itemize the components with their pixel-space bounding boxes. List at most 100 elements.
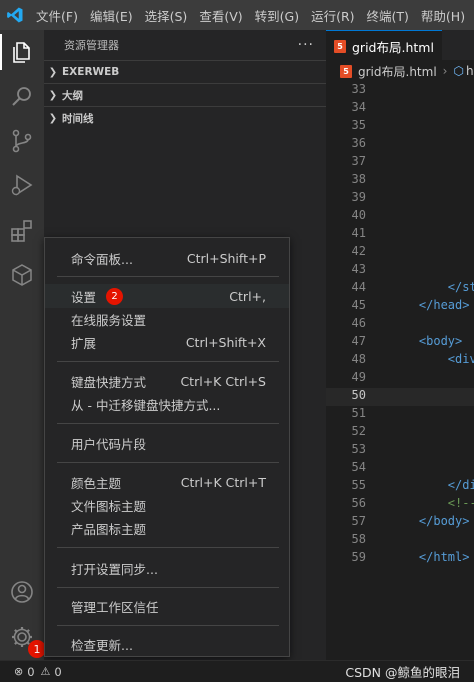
menu-item-extensions[interactable]: 扩展 Ctrl+Shift+X: [45, 330, 289, 354]
section-workspace[interactable]: ❯ EXERWEB: [44, 60, 326, 83]
code-line[interactable]: 33 }: [326, 82, 474, 100]
menu-item-shortcut: Ctrl+K Ctrl+S: [180, 373, 266, 389]
code-line[interactable]: 37 .box: [326, 154, 474, 172]
menu-separator: [57, 462, 279, 463]
menu-item-settings[interactable]: 设置 2 Ctrl+,: [45, 284, 289, 308]
menu-item-keyboard-shortcuts[interactable]: 键盘快捷方式 Ctrl+K Ctrl+S: [45, 369, 289, 393]
code-line[interactable]: 46: [326, 316, 474, 334]
menu-item-migrate-keybindings[interactable]: 从 - 中迁移键盘快捷方式...: [45, 392, 289, 416]
more-actions-button[interactable]: ···: [298, 37, 314, 53]
code-text: #tex: [390, 226, 474, 240]
error-count: 0: [27, 664, 35, 679]
line-number: 51: [351, 406, 366, 420]
menu-item-check-updates[interactable]: 检查更新...: [45, 632, 289, 656]
code-line[interactable]: 56 <!-- <p: [326, 496, 474, 514]
search-icon[interactable]: [9, 84, 35, 110]
extensions-icon[interactable]: [9, 218, 35, 244]
menu-item-label: 文件图标主题: [71, 498, 147, 514]
line-number: 59: [351, 550, 366, 564]
menu-item-user-snippets[interactable]: 用户代码片段: [45, 431, 289, 455]
menu-terminal[interactable]: 终端(T): [361, 6, 415, 25]
menu-item-online-services[interactable]: 在线服务设置: [45, 307, 289, 331]
code-line[interactable]: 47 <body>: [326, 334, 474, 352]
vscode-logo-icon: [0, 0, 30, 30]
menu-file[interactable]: 文件(F): [30, 6, 84, 25]
menu-item-label: 在线服务设置: [71, 312, 147, 328]
editor-area: 5 grid布局.html 5 grid布局.html › ⬡ h 33 }34…: [326, 30, 474, 660]
menu-view[interactable]: 查看(V): [193, 6, 248, 25]
code-line[interactable]: 49 <div: [326, 370, 474, 388]
run-debug-icon[interactable]: [9, 172, 35, 198]
code-line[interactable]: 41 #tex: [326, 226, 474, 244]
chevron-right-icon: ›: [442, 64, 448, 78]
problems-indicator[interactable]: ⊗ 0 ⚠ 0: [14, 665, 62, 679]
code-line[interactable]: 54 <div: [326, 460, 474, 478]
code-line[interactable]: 50 <div: [326, 388, 474, 406]
line-number: 45: [351, 298, 366, 312]
menu-item-label: 颜色主题: [71, 475, 122, 491]
code-line[interactable]: 53 <div: [326, 442, 474, 460]
code-line[interactable]: 44 </style>: [326, 280, 474, 298]
code-text: <!-- <p: [447, 496, 474, 510]
breadcrumb-file[interactable]: grid布局.html: [358, 63, 437, 80]
code-line[interactable]: 59 </html>: [326, 550, 474, 568]
code-text: .box: [390, 100, 474, 114]
menu-run[interactable]: 运行(R): [305, 6, 360, 25]
code-text: </html>: [390, 550, 470, 564]
menu-item-command-palette[interactable]: 命令面板... Ctrl+Shift+P: [45, 246, 289, 270]
code-text: </div>: [447, 478, 474, 492]
explorer-icon[interactable]: [9, 39, 35, 65]
code-line[interactable]: 35: [326, 118, 474, 136]
code-line[interactable]: 38: [326, 172, 474, 190]
error-icon: ⊗: [14, 665, 24, 678]
menu-item-file-icon-theme[interactable]: 文件图标主题: [45, 493, 289, 517]
menu-edit[interactable]: 编辑(E): [84, 6, 139, 25]
section-timeline[interactable]: ❯ 时间线: [44, 106, 326, 129]
menu-go[interactable]: 转到(G): [249, 6, 305, 25]
status-bar: ⊗ 0 ⚠ 0 CSDN @鲸鱼的眼泪: [0, 660, 474, 682]
line-number: 47: [351, 334, 366, 348]
code-line[interactable]: 45 </head>: [326, 298, 474, 316]
code-line[interactable]: 43 .gro: [326, 262, 474, 280]
remote-box-icon[interactable]: [9, 262, 35, 288]
code-line[interactable]: 48 <div cla: [326, 352, 474, 370]
line-number: 35: [351, 118, 366, 132]
code-line[interactable]: 58: [326, 532, 474, 550]
code-line[interactable]: 57 </body>: [326, 514, 474, 532]
code-line[interactable]: 36 }: [326, 136, 474, 154]
tab-grid-html[interactable]: 5 grid布局.html: [326, 30, 442, 61]
code-line[interactable]: 51 <div: [326, 406, 474, 424]
code-text: </body>: [390, 514, 470, 528]
menu-separator: [57, 276, 279, 277]
chevron-right-icon: ❯: [48, 112, 58, 124]
section-outline[interactable]: ❯ 大纲: [44, 83, 326, 106]
code-line[interactable]: 42 .con: [326, 244, 474, 262]
line-number: 49: [351, 370, 366, 384]
line-number: 46: [351, 316, 366, 330]
code-line[interactable]: 39 }: [326, 190, 474, 208]
account-icon[interactable]: [9, 579, 35, 605]
source-control-icon[interactable]: [9, 128, 35, 154]
code-line[interactable]: 55 </div>: [326, 478, 474, 496]
menu-item-shortcut: Ctrl+K Ctrl+T: [180, 474, 266, 490]
line-number: 57: [351, 514, 366, 528]
code-text: .box: [390, 154, 474, 168]
code-line[interactable]: 40 /* b: [326, 208, 474, 226]
code-line[interactable]: 34 .box: [326, 100, 474, 118]
line-number: 56: [351, 496, 366, 510]
menu-item-color-theme[interactable]: 颜色主题 Ctrl+K Ctrl+T: [45, 470, 289, 494]
menu-help[interactable]: 帮助(H): [415, 6, 471, 25]
sidebar-title: 资源管理器: [64, 39, 119, 52]
menu-item-settings-sync[interactable]: 打开设置同步...: [45, 556, 289, 580]
menu-item-workspace-trust[interactable]: 管理工作区信任: [45, 594, 289, 618]
code-lines[interactable]: 33 }34 .box35 36 }37 .box3839 }40 /* b41 …: [326, 82, 474, 660]
section-label: 大纲: [62, 89, 83, 102]
code-text: .con: [390, 244, 474, 258]
title-bar: 文件(F) 编辑(E) 选择(S) 查看(V) 转到(G) 运行(R) 终端(T…: [0, 0, 474, 30]
menu-item-label: 扩展: [71, 335, 97, 351]
breadcrumb-symbol[interactable]: h: [466, 64, 474, 78]
menu-separator: [57, 587, 279, 588]
code-line[interactable]: 52 <div: [326, 424, 474, 442]
menu-item-product-icon-theme[interactable]: 产品图标主题: [45, 516, 289, 540]
menu-selection[interactable]: 选择(S): [139, 6, 194, 25]
